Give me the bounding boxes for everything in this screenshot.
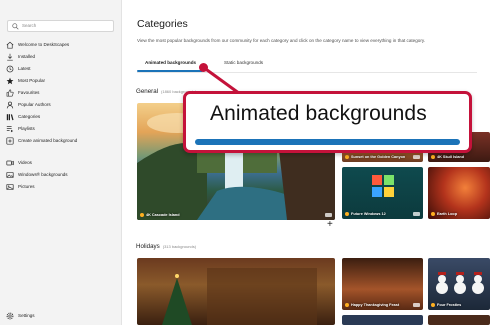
sidebar-item-label: Most Popular: [18, 78, 46, 83]
category-icon: [345, 212, 349, 216]
section-holidays-header[interactable]: Holidays (313 backgrounds): [136, 243, 196, 250]
category-icon: [431, 212, 435, 216]
star-icon: [6, 77, 14, 85]
tab-divider: [137, 72, 477, 73]
tile-label-text: Four Frosties: [437, 303, 462, 307]
tile-holiday-more-1[interactable]: [342, 315, 423, 325]
main-content: Categories View the most popular backgro…: [123, 0, 498, 325]
sidebar-item-label: Favourites: [18, 90, 40, 95]
search-input[interactable]: Search: [7, 20, 114, 32]
sidebar-item-label: Videos: [18, 160, 32, 165]
sidebar-item-installed[interactable]: Installed: [0, 51, 122, 62]
sidebar-item-pictures[interactable]: Pictures: [0, 181, 122, 192]
tile-label-text: 4K Skull Island: [437, 155, 465, 159]
sidebar-item-favourites[interactable]: Favourites: [0, 87, 122, 98]
thumbs-up-icon: [6, 89, 14, 97]
tab-animated-backgrounds[interactable]: Animated backgrounds: [145, 60, 196, 65]
tile-label: Earth Loop: [431, 212, 457, 216]
sidebar-item-label: Windows® backgrounds: [18, 172, 68, 177]
playlist-icon: [6, 125, 14, 133]
tile-happy-thanksgiving-feast[interactable]: Happy Thanksgiving Feast: [342, 258, 423, 310]
search-placeholder: Search: [22, 23, 37, 28]
tile-holiday-more-2[interactable]: [428, 315, 490, 325]
tile-label: Sunset on the Golden Canyon: [345, 155, 405, 159]
sidebar-item-label: Settings: [18, 313, 35, 318]
tile-label: Four Frosties: [431, 303, 461, 307]
tile-label: 4K Skull Island: [431, 155, 464, 159]
tile-future-windows-12[interactable]: Future Windows 12: [342, 167, 423, 219]
sidebar-item-settings[interactable]: Settings: [0, 310, 122, 321]
sidebar-item-label: Latest: [18, 66, 31, 71]
clock-icon: [6, 65, 14, 73]
tile-earth-loop[interactable]: Earth Loop: [428, 167, 490, 219]
section-title: General: [136, 88, 159, 95]
tile-badge: [413, 212, 420, 216]
sidebar-item-playlists[interactable]: Playlists: [0, 123, 122, 134]
tile-label-text: Future Windows 12: [351, 212, 386, 216]
sidebar-item-most-popular[interactable]: Most Popular: [0, 75, 122, 86]
section-count: (313 backgrounds): [162, 244, 197, 249]
sidebar-item-categories[interactable]: Categories: [0, 111, 122, 122]
category-icon: [431, 155, 435, 159]
callout-underline: [195, 139, 460, 145]
sidebar-item-create[interactable]: Create animated background: [0, 135, 122, 146]
sidebar-item-label: Categories: [18, 114, 41, 119]
tile-label-text: Earth Loop: [437, 212, 458, 216]
home-icon: [6, 41, 14, 49]
tile-art: [162, 268, 317, 325]
sidebar-item-label: Popular Authors: [18, 102, 51, 107]
gear-icon: [6, 312, 14, 320]
sidebar-item-label: Pictures: [18, 184, 35, 189]
tile-label-text: Happy Thanksgiving Feast: [351, 303, 400, 307]
category-icon: [140, 213, 144, 217]
zoom-callout: Animated backgrounds: [183, 91, 472, 153]
sidebar-item-label: Welcome to DeskScapes: [18, 42, 70, 47]
sidebar-item-label: Installed: [18, 54, 36, 59]
sidebar: Search Welcome to DeskScapes Installed L…: [0, 0, 122, 325]
tile-label-text: 4K Cascade Island: [146, 213, 180, 217]
add-square-icon: [6, 137, 14, 145]
sidebar-item-windows-backgrounds[interactable]: Windows® backgrounds: [0, 169, 122, 180]
image-icon: [6, 171, 14, 179]
tile-four-frosties[interactable]: Four Frosties: [428, 258, 490, 310]
section-title: Holidays: [136, 243, 160, 250]
category-icon: [431, 303, 435, 307]
sidebar-item-label: Create animated background: [18, 138, 78, 143]
tile-label-text: Sunset on the Golden Canyon: [351, 155, 406, 159]
person-icon: [6, 101, 14, 109]
library-icon: [6, 113, 14, 121]
tile-badge: [325, 213, 332, 217]
sidebar-item-videos[interactable]: Videos: [0, 157, 122, 168]
callout-text: Animated backgrounds: [210, 102, 427, 125]
tile-label: Happy Thanksgiving Feast: [345, 303, 399, 307]
tile-holiday-library[interactable]: [137, 258, 335, 325]
tile-badge: [413, 303, 420, 307]
sidebar-item-welcome[interactable]: Welcome to DeskScapes: [0, 39, 122, 50]
add-icon[interactable]: +: [327, 219, 333, 230]
picture-icon: [6, 183, 14, 191]
sidebar-item-latest[interactable]: Latest: [0, 63, 122, 74]
category-icon: [345, 155, 349, 159]
page-title: Categories: [137, 18, 188, 30]
tile-label: Future Windows 12: [345, 212, 386, 216]
sidebar-item-label: Playlists: [18, 126, 35, 131]
tab-static-backgrounds[interactable]: Static backgrounds: [224, 60, 263, 65]
download-icon: [6, 53, 14, 61]
tile-badge: [413, 155, 420, 159]
search-icon: [12, 23, 19, 30]
video-icon: [6, 159, 14, 167]
tile-label: 4K Cascade Island: [140, 213, 180, 217]
category-icon: [345, 303, 349, 307]
page-subtitle: View the most popular backgrounds from o…: [137, 38, 426, 43]
sidebar-item-popular-authors[interactable]: Popular Authors: [0, 99, 122, 110]
